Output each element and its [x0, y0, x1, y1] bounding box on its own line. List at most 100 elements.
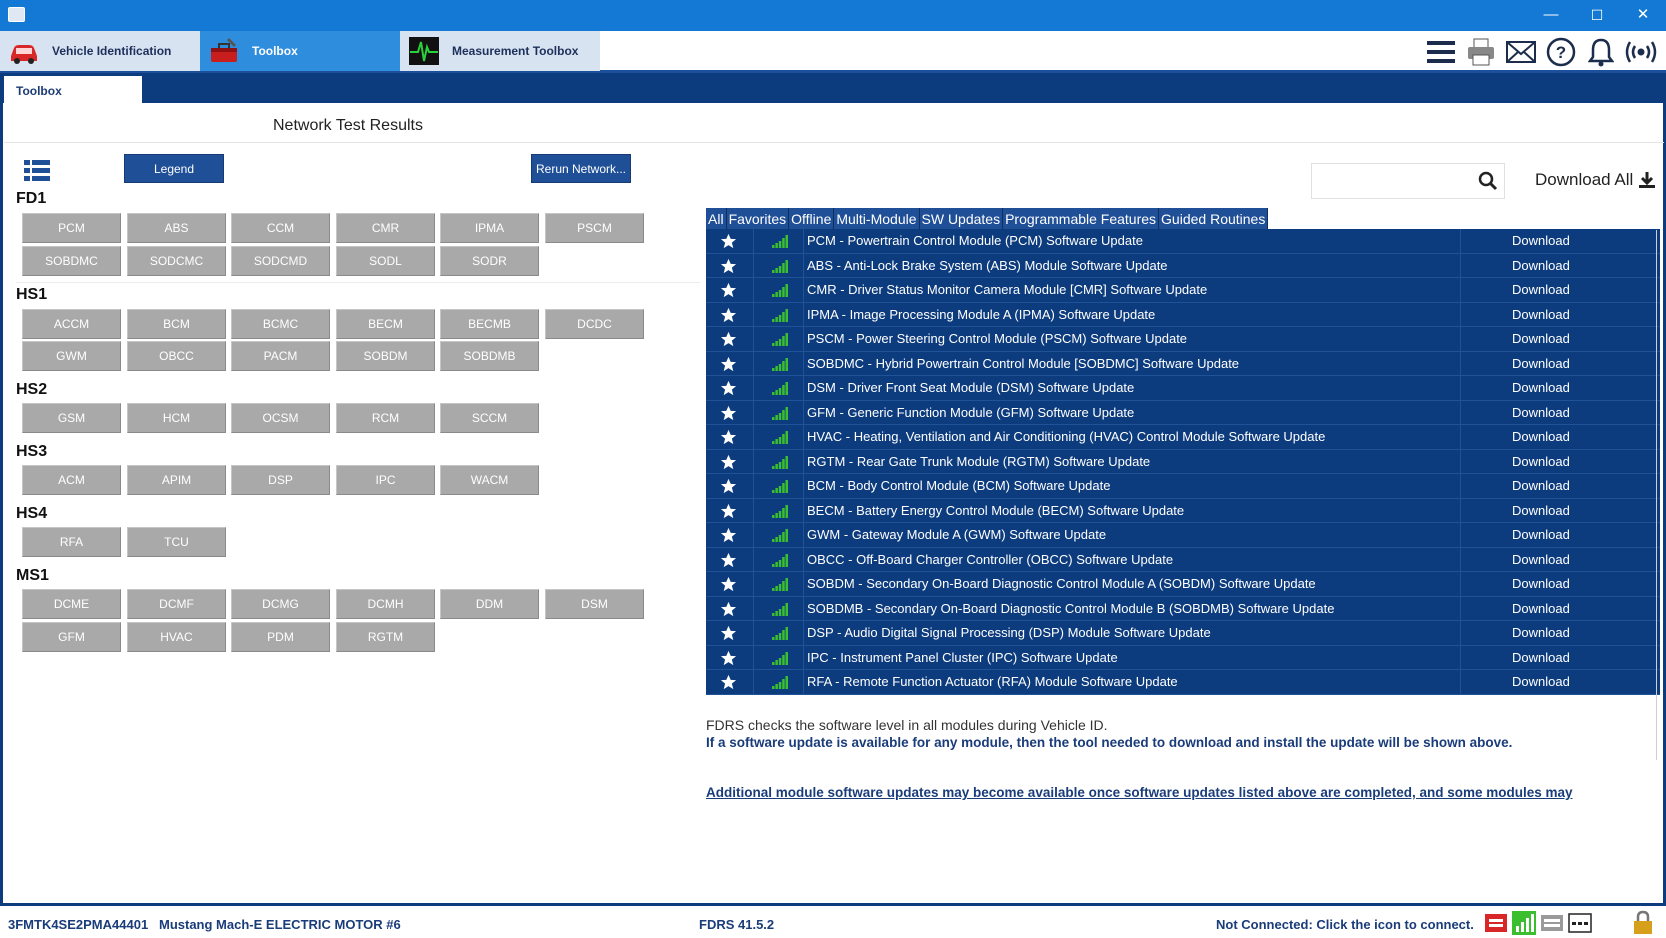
module-button[interactable]: RGTM: [336, 622, 435, 652]
module-button[interactable]: BECMB: [440, 309, 539, 339]
table-row[interactable]: DSM - Driver Front Seat Module (DSM) Sof…: [706, 376, 1660, 401]
download-link[interactable]: Download: [1512, 478, 1570, 493]
maximize-button[interactable]: ☐: [1574, 0, 1620, 31]
module-button[interactable]: BCMC: [231, 309, 330, 339]
star-icon[interactable]: [720, 380, 737, 396]
vci-icon[interactable]: [1484, 911, 1508, 935]
help-icon[interactable]: ?: [1544, 35, 1578, 69]
star-icon[interactable]: [720, 601, 737, 617]
module-button[interactable]: GSM: [22, 403, 121, 433]
ethernet-icon[interactable]: [1568, 911, 1592, 935]
table-row[interactable]: PSCM - Power Steering Control Module (PS…: [706, 327, 1660, 352]
module-button[interactable]: SOBDMC: [22, 246, 121, 276]
star-icon[interactable]: [720, 233, 737, 249]
star-icon[interactable]: [720, 552, 737, 568]
table-row[interactable]: SOBDMC - Hybrid Powertrain Control Modul…: [706, 351, 1660, 376]
download-link[interactable]: Download: [1512, 331, 1570, 346]
module-button[interactable]: SODCMD: [231, 246, 330, 276]
module-button[interactable]: HCM: [127, 403, 226, 433]
module-button[interactable]: DCDC: [545, 309, 644, 339]
module-button[interactable]: DCMG: [231, 589, 330, 619]
module-button[interactable]: HVAC: [127, 622, 226, 652]
module-button[interactable]: DDM: [440, 589, 539, 619]
module-button[interactable]: IPMA: [440, 213, 539, 243]
star-icon[interactable]: [720, 405, 737, 421]
module-button[interactable]: RCM: [336, 403, 435, 433]
filter-programmable-features[interactable]: Programmable Features: [1003, 208, 1160, 229]
table-row[interactable]: IPMA - Image Processing Module A (IPMA) …: [706, 302, 1660, 327]
table-row[interactable]: ABS - Anti-Lock Brake System (ABS) Modul…: [706, 253, 1660, 278]
module-button[interactable]: CMR: [336, 213, 435, 243]
star-icon[interactable]: [720, 331, 737, 347]
filter-all[interactable]: All: [706, 208, 727, 229]
module-button[interactable]: APIM: [127, 465, 226, 495]
table-row[interactable]: HVAC - Heating, Ventilation and Air Cond…: [706, 425, 1660, 450]
module-button[interactable]: OBCC: [127, 341, 226, 371]
download-link[interactable]: Download: [1512, 601, 1570, 616]
module-button[interactable]: DCME: [22, 589, 121, 619]
signal-icon[interactable]: [1512, 911, 1536, 935]
download-all-button[interactable]: Download All: [1535, 170, 1656, 190]
download-link[interactable]: Download: [1512, 356, 1570, 371]
module-button[interactable]: WACM: [440, 465, 539, 495]
module-button[interactable]: DSP: [231, 465, 330, 495]
close-button[interactable]: ✕: [1620, 0, 1666, 31]
filter-guided-routines[interactable]: Guided Routines: [1159, 208, 1269, 229]
module-button[interactable]: RFA: [22, 527, 121, 557]
module-button[interactable]: OCSM: [231, 403, 330, 433]
table-row[interactable]: PCM - Powertrain Control Module (PCM) So…: [706, 229, 1660, 254]
download-link[interactable]: Download: [1512, 625, 1570, 640]
tab-vehicle-identification[interactable]: Vehicle Identification: [0, 31, 200, 71]
download-link[interactable]: Download: [1512, 233, 1570, 248]
minimize-button[interactable]: —: [1528, 0, 1574, 31]
download-link[interactable]: Download: [1512, 674, 1570, 689]
star-icon[interactable]: [720, 429, 737, 445]
list-view-icon[interactable]: [24, 160, 50, 182]
rerun-network-button[interactable]: Rerun Network...: [531, 154, 631, 183]
module-button[interactable]: TCU: [127, 527, 226, 557]
module-button[interactable]: SODCMC: [127, 246, 226, 276]
download-link[interactable]: Download: [1512, 405, 1570, 420]
module-button[interactable]: PDM: [231, 622, 330, 652]
filter-sw-updates[interactable]: SW Updates: [920, 208, 1004, 229]
module-button[interactable]: ACM: [22, 465, 121, 495]
mail-icon[interactable]: [1504, 35, 1538, 69]
menu-icon[interactable]: [1424, 35, 1458, 69]
table-row[interactable]: RFA - Remote Function Actuator (RFA) Mod…: [706, 670, 1660, 695]
table-row[interactable]: SOBDM - Secondary On-Board Diagnostic Co…: [706, 572, 1660, 597]
star-icon[interactable]: [720, 650, 737, 666]
tab-measurement-toolbox[interactable]: Measurement Toolbox: [400, 31, 600, 71]
module-button[interactable]: CCM: [231, 213, 330, 243]
filter-offline[interactable]: Offline: [789, 208, 835, 229]
table-row[interactable]: BECM - Battery Energy Control Module (BE…: [706, 498, 1660, 523]
download-link[interactable]: Download: [1512, 429, 1570, 444]
table-row[interactable]: GFM - Generic Function Module (GFM) Soft…: [706, 400, 1660, 425]
download-link[interactable]: Download: [1512, 258, 1570, 273]
download-link[interactable]: Download: [1512, 503, 1570, 518]
download-link[interactable]: Download: [1512, 527, 1570, 542]
module-button[interactable]: GWM: [22, 341, 121, 371]
module-button[interactable]: PSCM: [545, 213, 644, 243]
star-icon[interactable]: [720, 674, 737, 690]
filter-favorites[interactable]: Favorites: [727, 208, 790, 229]
star-icon[interactable]: [720, 282, 737, 298]
table-row[interactable]: RGTM - Rear Gate Trunk Module (RGTM) Sof…: [706, 449, 1660, 474]
table-row[interactable]: GWM - Gateway Module A (GWM) Software Up…: [706, 523, 1660, 548]
download-link[interactable]: Download: [1512, 576, 1570, 591]
lock-icon[interactable]: [1632, 910, 1654, 936]
module-button[interactable]: GFM: [22, 622, 121, 652]
connection-icon[interactable]: [1624, 35, 1658, 69]
module-button[interactable]: DCMH: [336, 589, 435, 619]
info-link[interactable]: Additional module software updates may b…: [706, 785, 1612, 800]
star-icon[interactable]: [720, 307, 737, 323]
star-icon[interactable]: [720, 503, 737, 519]
device-icon[interactable]: [1540, 911, 1564, 935]
table-row[interactable]: SOBDMB - Secondary On-Board Diagnostic C…: [706, 596, 1660, 621]
search-input[interactable]: [1311, 163, 1505, 199]
module-button[interactable]: SODL: [336, 246, 435, 276]
download-link[interactable]: Download: [1512, 650, 1570, 665]
module-button[interactable]: ABS: [127, 213, 226, 243]
legend-button[interactable]: Legend: [124, 154, 224, 183]
scrollbar-track[interactable]: [1656, 230, 1657, 760]
table-row[interactable]: CMR - Driver Status Monitor Camera Modul…: [706, 278, 1660, 303]
